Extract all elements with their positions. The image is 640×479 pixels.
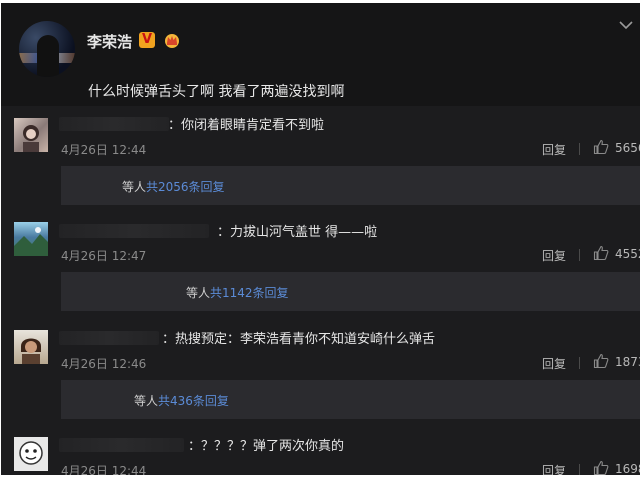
- comment-text: ：热搜预定：李荣浩看青你不知道安崎什么弹舌: [162, 332, 436, 347]
- commenter-name-redacted: [59, 117, 169, 131]
- comment-item: ：热搜预定：李荣浩看青你不知道安崎什么弹舌 4月26日 12:46 回复 187…: [1, 320, 640, 427]
- like-count: 1873: [615, 355, 640, 369]
- avatar-person: [37, 35, 59, 77]
- weibo-comment-panel: 李荣浩 V 什么时候弹舌头了啊 我看了两遍没找到啊 ：你闭着眼睛肯定看不到啦 4…: [1, 3, 640, 479]
- reply-summary[interactable]: 等人共1142条回复: [186, 284, 289, 301]
- comment-time: 4月26日 12:47: [61, 249, 147, 263]
- like-count: 5656: [615, 141, 640, 155]
- comment-item: ：你闭着眼睛肯定看不到啦 4月26日 12:44 回复 5656 等人共2056…: [1, 106, 640, 213]
- thumbs-up-icon[interactable]: [593, 245, 609, 261]
- commenter-name-redacted: [59, 438, 184, 452]
- divider: [579, 357, 580, 369]
- reply-button[interactable]: 回复: [542, 141, 566, 158]
- reply-button[interactable]: 回复: [542, 247, 566, 264]
- commenter-avatar[interactable]: [14, 118, 48, 152]
- comment-time: 4月26日 12:44: [61, 143, 147, 157]
- poster-avatar[interactable]: [19, 21, 75, 77]
- commenter-avatar[interactable]: [14, 222, 48, 256]
- comment-item: ：力拔山河气盖世 得——啦 4月26日 12:47 回复 4552 等人共114…: [1, 213, 640, 320]
- reply-summary[interactable]: 等人共436条回复: [134, 392, 229, 409]
- comment-item: ：？？？？弹了两次你真的 4月26日 12:44 回复 1698: [1, 427, 640, 479]
- poster-name[interactable]: 李荣浩: [87, 31, 132, 52]
- thumbs-up-icon[interactable]: [593, 460, 609, 476]
- comment-text: ：力拔山河气盖世 得——啦: [217, 225, 378, 240]
- reply-summary-box[interactable]: 等人共1142条回复: [61, 272, 640, 311]
- reply-summary-box[interactable]: 等人共2056条回复: [61, 166, 640, 205]
- avatar-face-icon: [23, 125, 39, 152]
- reply-summary[interactable]: 等人共2056条回复: [122, 178, 225, 195]
- reply-button[interactable]: 回复: [542, 355, 566, 372]
- reply-summary-users: 等人: [122, 180, 147, 194]
- comment-text: ：？？？？弹了两次你真的: [188, 439, 345, 454]
- commenter-avatar[interactable]: [14, 437, 48, 471]
- verified-badge-icon: V: [139, 32, 155, 48]
- bottom-border: [0, 475, 640, 479]
- reply-summary-users: 等人: [186, 286, 211, 300]
- thumbs-up-icon[interactable]: [593, 139, 609, 155]
- like-count: 1698: [615, 462, 640, 476]
- reply-count-link[interactable]: 共436条回复: [158, 394, 229, 408]
- divider: [579, 249, 580, 261]
- chevron-down-icon[interactable]: [618, 19, 634, 31]
- avatar-portrait-icon: [21, 338, 41, 364]
- commenter-name-redacted: [59, 224, 209, 238]
- like-count: 4552: [615, 247, 640, 261]
- comment-text: ：你闭着眼睛肯定看不到啦: [168, 118, 325, 133]
- avatar-cartoon-icon: [19, 441, 43, 465]
- post-header: 李荣浩 V 什么时候弹舌头了啊 我看了两遍没找到啊: [1, 3, 640, 106]
- post-text: 什么时候弹舌头了啊 我看了两遍没找到啊: [88, 84, 345, 100]
- thumbs-up-icon[interactable]: [593, 353, 609, 369]
- reply-summary-box[interactable]: 等人共436条回复: [61, 380, 640, 419]
- avatar-scenery-icon: [14, 227, 48, 256]
- divider: [579, 143, 580, 155]
- commenter-avatar[interactable]: [14, 330, 48, 364]
- reply-summary-users: 等人: [134, 394, 159, 408]
- comment-time: 4月26日 12:46: [61, 357, 147, 371]
- reply-count-link[interactable]: 共2056条回复: [146, 180, 225, 194]
- reply-count-link[interactable]: 共1142条回复: [210, 286, 289, 300]
- crown-icon: [165, 34, 179, 48]
- commenter-name-redacted: [59, 331, 159, 345]
